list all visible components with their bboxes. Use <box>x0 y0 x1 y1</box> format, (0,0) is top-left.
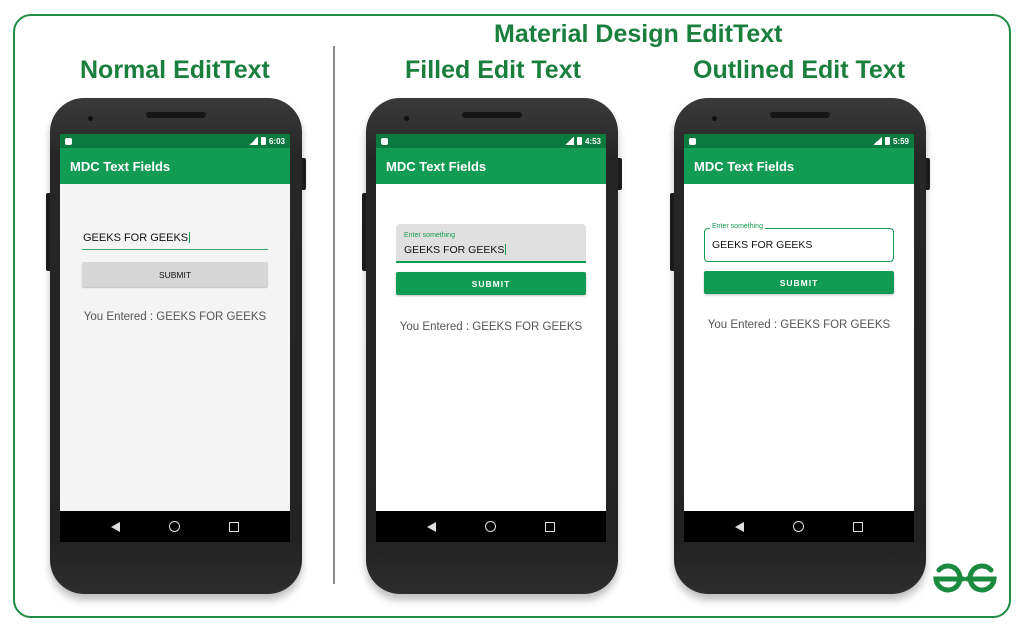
volume-button <box>46 193 50 271</box>
power-button <box>618 158 622 190</box>
normal-edittext-input[interactable]: GEEKS FOR GEEKS <box>82 232 268 250</box>
input-value: GEEKS FOR GEEKS <box>404 244 505 256</box>
text-cursor <box>189 232 191 243</box>
outlined-edittext-heading: Outlined Edit Text <box>693 56 906 84</box>
home-icon[interactable] <box>792 521 804 532</box>
result-text: You Entered : GEEKS FOR GEEKS <box>83 311 267 323</box>
filled-text-field[interactable]: Enter something GEEKS FOR GEEKS <box>396 224 586 263</box>
field-label: Enter something <box>710 223 765 230</box>
result-text: You Entered : GEEKS FOR GEEKS <box>707 319 891 331</box>
status-time: 5:59 <box>892 136 909 146</box>
phone-filled: 4:53 MDC Text Fields Enter something GEE… <box>362 98 622 594</box>
material-design-heading: Material Design EditText <box>494 20 783 48</box>
status-bar: 4:53 <box>376 134 606 148</box>
signal-icon <box>872 137 882 145</box>
phone-screen: 6:03 MDC Text Fields GEEKS FOR GEEKS SUB… <box>60 134 290 542</box>
outlined-text-field[interactable]: Enter something GEEKS FOR GEEKS <box>704 223 894 262</box>
back-icon[interactable] <box>426 521 436 532</box>
phone-outlined: 5:59 MDC Text Fields Enter something GEE… <box>670 98 930 594</box>
battery-icon <box>260 137 266 145</box>
status-time: 4:53 <box>584 136 601 146</box>
app-content: Enter something GEEKS FOR GEEKS SUBMIT Y… <box>684 184 914 511</box>
section-divider <box>333 46 335 584</box>
app-content: GEEKS FOR GEEKS SUBMIT You Entered : GEE… <box>60 184 290 511</box>
power-button <box>926 158 930 190</box>
submit-button[interactable]: SUBMIT <box>704 271 894 294</box>
app-content: Enter something GEEKS FOR GEEKS SUBMIT Y… <box>376 184 606 511</box>
earpiece-speaker <box>146 112 206 118</box>
app-bar-title: MDC Text Fields <box>60 148 290 184</box>
text-cursor <box>505 244 507 255</box>
normal-edittext-heading: Normal EditText <box>80 56 270 84</box>
signal-icon <box>564 137 574 145</box>
home-icon[interactable] <box>168 521 180 532</box>
status-bar: 5:59 <box>684 134 914 148</box>
status-time: 6:03 <box>268 136 285 146</box>
front-sensor <box>404 116 409 121</box>
app-bar-title: MDC Text Fields <box>376 148 606 184</box>
front-sensor <box>88 116 93 121</box>
battery-icon <box>884 137 890 145</box>
navigation-bar <box>376 511 606 542</box>
phone-screen: 5:59 MDC Text Fields Enter something GEE… <box>684 134 914 542</box>
recent-apps-icon[interactable] <box>229 521 240 532</box>
field-label: Enter something <box>404 232 455 239</box>
earpiece-speaker <box>770 112 830 118</box>
volume-button <box>670 193 674 271</box>
volume-button <box>362 193 366 271</box>
phone-screen: 4:53 MDC Text Fields Enter something GEE… <box>376 134 606 542</box>
navigation-bar <box>60 511 290 542</box>
phone-normal: 6:03 MDC Text Fields GEEKS FOR GEEKS SUB… <box>46 98 306 594</box>
front-sensor <box>712 116 717 121</box>
input-value: GEEKS FOR GEEKS <box>83 232 189 244</box>
submit-button[interactable]: SUBMIT <box>396 272 586 295</box>
power-button <box>302 158 306 190</box>
input-value: GEEKS FOR GEEKS <box>712 239 813 251</box>
navigation-bar <box>684 511 914 542</box>
android-notification-icon <box>381 137 388 145</box>
result-text: You Entered : GEEKS FOR GEEKS <box>399 321 583 333</box>
android-notification-icon <box>689 137 696 145</box>
battery-icon <box>576 137 582 145</box>
recent-apps-icon[interactable] <box>545 521 556 532</box>
earpiece-speaker <box>462 112 522 118</box>
signal-icon <box>248 137 258 145</box>
back-icon[interactable] <box>110 521 120 532</box>
app-bar-title: MDC Text Fields <box>684 148 914 184</box>
android-notification-icon <box>65 137 72 145</box>
back-icon[interactable] <box>734 521 744 532</box>
submit-button[interactable]: SUBMIT <box>82 262 268 287</box>
recent-apps-icon[interactable] <box>853 521 864 532</box>
status-bar: 6:03 <box>60 134 290 148</box>
home-icon[interactable] <box>484 521 496 532</box>
gfg-logo-icon <box>933 563 997 593</box>
filled-edittext-heading: Filled Edit Text <box>405 56 581 84</box>
